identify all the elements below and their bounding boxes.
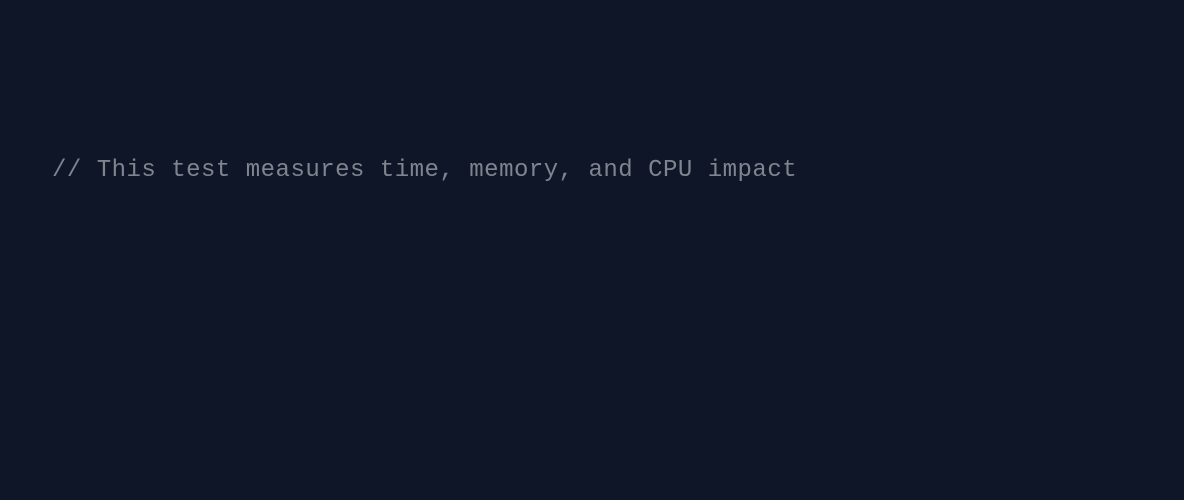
code-line-blank <box>0 335 1184 382</box>
comment-text: // This test measures time, memory, and … <box>52 157 797 184</box>
code-editor: // This test measures time, memory, and … <box>0 0 1184 500</box>
code-line-comment: // This test measures time, memory, and … <box>0 147 1184 194</box>
